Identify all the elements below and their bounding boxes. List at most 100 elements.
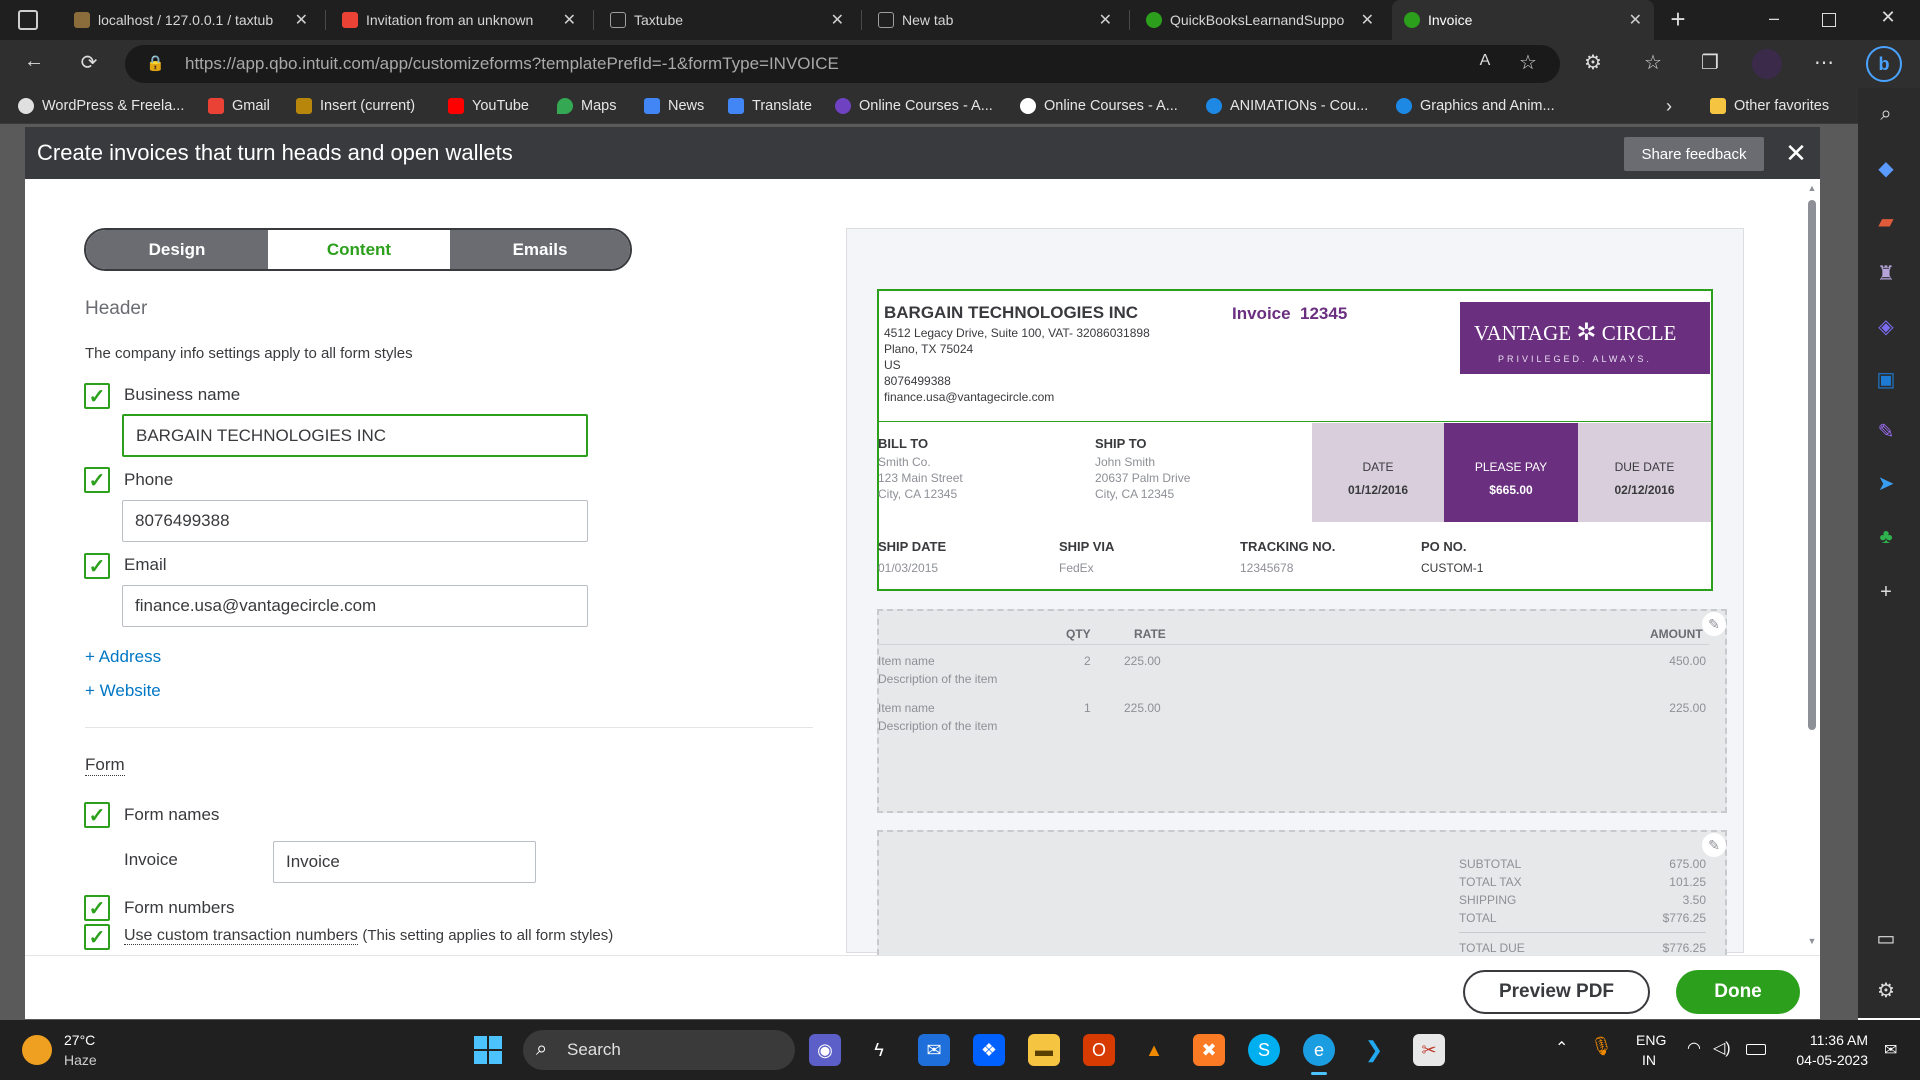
form-names-checkbox[interactable]: ✓ bbox=[84, 802, 110, 828]
collections-icon[interactable]: ❐ bbox=[1694, 50, 1726, 75]
tab-design[interactable]: Design bbox=[86, 230, 268, 269]
send-icon[interactable]: ➤ bbox=[1872, 470, 1900, 498]
minimize-icon[interactable]: – bbox=[1762, 8, 1786, 32]
preview-pdf-button[interactable]: Preview PDF bbox=[1463, 970, 1650, 1014]
tab-emails[interactable]: Emails bbox=[450, 230, 630, 269]
tab-close-icon[interactable]: ✕ bbox=[295, 10, 308, 30]
browser-tab[interactable]: localhost / 127.0.0.1 / taxtub ✕ bbox=[62, 0, 320, 40]
share-feedback-button[interactable]: Share feedback bbox=[1624, 137, 1764, 171]
items-block[interactable] bbox=[877, 609, 1727, 813]
form-numbers-checkbox[interactable]: ✓ bbox=[84, 895, 110, 921]
tab-content[interactable]: Content bbox=[268, 230, 450, 269]
language-eng[interactable]: ENG bbox=[1636, 1032, 1666, 1048]
back-icon[interactable]: ← bbox=[18, 50, 50, 73]
bing-copilot-icon[interactable]: b bbox=[1866, 46, 1902, 82]
toolbox-icon[interactable]: ▰ bbox=[1872, 208, 1900, 236]
weather-icon[interactable] bbox=[22, 1035, 52, 1065]
vscode-icon[interactable]: ❯ bbox=[1358, 1034, 1390, 1066]
close-icon[interactable]: ✕ bbox=[1780, 137, 1812, 169]
more-options-icon[interactable]: ⋯ bbox=[1808, 50, 1840, 75]
tree-icon[interactable]: ♣ bbox=[1872, 523, 1900, 551]
bookmark-item[interactable]: Gmail bbox=[208, 94, 270, 118]
taskbar-search[interactable]: Search bbox=[523, 1030, 795, 1070]
bookmark-item[interactable]: News bbox=[644, 94, 704, 118]
app-icon[interactable]: ϟ bbox=[863, 1034, 895, 1066]
xampp-icon[interactable]: ✖ bbox=[1193, 1034, 1225, 1066]
business-name-checkbox[interactable]: ✓ bbox=[84, 383, 110, 409]
settings-icon[interactable]: ⚙ bbox=[1872, 977, 1900, 1005]
business-name-input[interactable]: BARGAIN TECHNOLOGIES INC bbox=[122, 414, 588, 457]
scrollbar-thumb[interactable] bbox=[1808, 200, 1816, 730]
scroll-up-arrow[interactable]: ▲ bbox=[1806, 183, 1818, 193]
edit-items-icon[interactable]: ✎ bbox=[1702, 612, 1726, 636]
mail-icon[interactable]: ✉ bbox=[918, 1034, 950, 1066]
browser-tab[interactable]: Taxtube ✕ bbox=[598, 0, 856, 40]
window-close-icon[interactable]: ✕ bbox=[1876, 7, 1900, 31]
tray-overflow-icon[interactable]: ⌃ bbox=[1555, 1038, 1568, 1058]
browser-tab-active[interactable]: Invoice ✕ bbox=[1392, 0, 1654, 40]
wifi-icon[interactable]: ◠ bbox=[1687, 1038, 1701, 1058]
file-explorer-icon[interactable]: ▬ bbox=[1028, 1034, 1060, 1066]
address-bar[interactable]: https://app.qbo.intuit.com/app/customize… bbox=[125, 45, 1560, 83]
sidebar-layout-icon[interactable]: ▭ bbox=[1872, 925, 1900, 953]
tab-close-icon[interactable]: ✕ bbox=[563, 10, 576, 30]
read-aloud-icon[interactable]: A bbox=[1469, 52, 1501, 70]
lock-icon[interactable]: 🔒 bbox=[146, 54, 165, 72]
add-favorite-icon[interactable]: ☆ bbox=[1512, 50, 1544, 75]
bookmark-item[interactable]: Maps bbox=[557, 94, 616, 118]
copilot-icon[interactable]: ◈ bbox=[1872, 313, 1900, 341]
bookmark-item[interactable]: Online Courses - A... bbox=[835, 94, 993, 118]
browser-tab[interactable]: New tab ✕ bbox=[866, 0, 1124, 40]
bookmark-item[interactable]: Online Courses - A... bbox=[1020, 94, 1178, 118]
skype-icon[interactable]: S bbox=[1248, 1034, 1280, 1066]
add-sidebar-icon[interactable]: + bbox=[1872, 578, 1900, 606]
bookmark-item[interactable]: Insert (current) bbox=[296, 94, 415, 118]
bookmark-item[interactable]: ANIMATIONs - Cou... bbox=[1206, 94, 1368, 118]
custom-numbers-link[interactable]: Use custom transaction numbers bbox=[124, 927, 358, 945]
bookmark-item[interactable]: WordPress & Freela... bbox=[18, 94, 184, 118]
bookmark-item[interactable]: YouTube bbox=[448, 94, 529, 118]
email-input[interactable]: finance.usa@vantagecircle.com bbox=[122, 585, 588, 627]
edge-icon[interactable]: e bbox=[1303, 1034, 1335, 1066]
other-favorites[interactable]: Other favorites bbox=[1710, 94, 1829, 118]
browser-tab[interactable]: Invitation from an unknown ✕ bbox=[330, 0, 588, 40]
tab-close-icon[interactable]: ✕ bbox=[1629, 10, 1642, 30]
edit-totals-icon[interactable]: ✎ bbox=[1702, 833, 1726, 857]
bookmark-item[interactable]: Translate bbox=[728, 94, 812, 118]
office-icon[interactable]: O bbox=[1083, 1034, 1115, 1066]
restore-icon[interactable] bbox=[1822, 13, 1836, 27]
extensions-icon[interactable]: ⚙ bbox=[1577, 50, 1609, 75]
weather-temp[interactable]: 27°C bbox=[64, 1032, 95, 1048]
phone-input[interactable]: 8076499388 bbox=[122, 500, 588, 542]
tab-close-icon[interactable]: ✕ bbox=[1099, 10, 1112, 30]
phone-checkbox[interactable]: ✓ bbox=[84, 467, 110, 493]
add-address-link[interactable]: + Address bbox=[85, 647, 161, 667]
tab-close-icon[interactable]: ✕ bbox=[831, 10, 844, 30]
scroll-down-arrow[interactable]: ▼ bbox=[1806, 936, 1818, 946]
totals-block[interactable] bbox=[877, 830, 1727, 955]
browser-tab[interactable]: QuickBooksLearnandSuppo ✕ bbox=[1134, 0, 1386, 40]
profile-avatar[interactable] bbox=[1752, 49, 1782, 79]
battery-icon[interactable] bbox=[1746, 1044, 1766, 1055]
volume-icon[interactable]: ◁) bbox=[1713, 1038, 1731, 1058]
notifications-icon[interactable]: ✉ bbox=[1884, 1040, 1897, 1060]
snipping-tool-icon[interactable]: ✂ bbox=[1413, 1034, 1445, 1066]
done-button[interactable]: Done bbox=[1676, 970, 1800, 1014]
refresh-icon[interactable]: ⟳ bbox=[73, 50, 105, 75]
custom-numbers-checkbox[interactable]: ✓ bbox=[84, 924, 110, 950]
search-icon[interactable]: ⌕ bbox=[1872, 100, 1900, 128]
email-checkbox[interactable]: ✓ bbox=[84, 553, 110, 579]
drop-icon[interactable]: ✎ bbox=[1872, 418, 1900, 446]
dropbox-icon[interactable]: ❖ bbox=[973, 1034, 1005, 1066]
tab-actions-icon[interactable] bbox=[18, 10, 38, 30]
bookmark-item[interactable]: Graphics and Anim... bbox=[1396, 94, 1555, 118]
invoice-name-input[interactable]: Invoice bbox=[273, 841, 536, 883]
tag-icon[interactable]: ◆ bbox=[1872, 155, 1900, 183]
clock-time[interactable]: 11:36 AM bbox=[1780, 1032, 1868, 1048]
start-icon[interactable] bbox=[474, 1036, 502, 1064]
bookmarks-overflow-icon[interactable]: › bbox=[1666, 94, 1672, 118]
games-icon[interactable]: ♜ bbox=[1872, 260, 1900, 288]
tab-close-icon[interactable]: ✕ bbox=[1361, 10, 1374, 30]
add-website-link[interactable]: + Website bbox=[85, 681, 161, 701]
outlook-icon[interactable]: ▣ bbox=[1872, 366, 1900, 394]
